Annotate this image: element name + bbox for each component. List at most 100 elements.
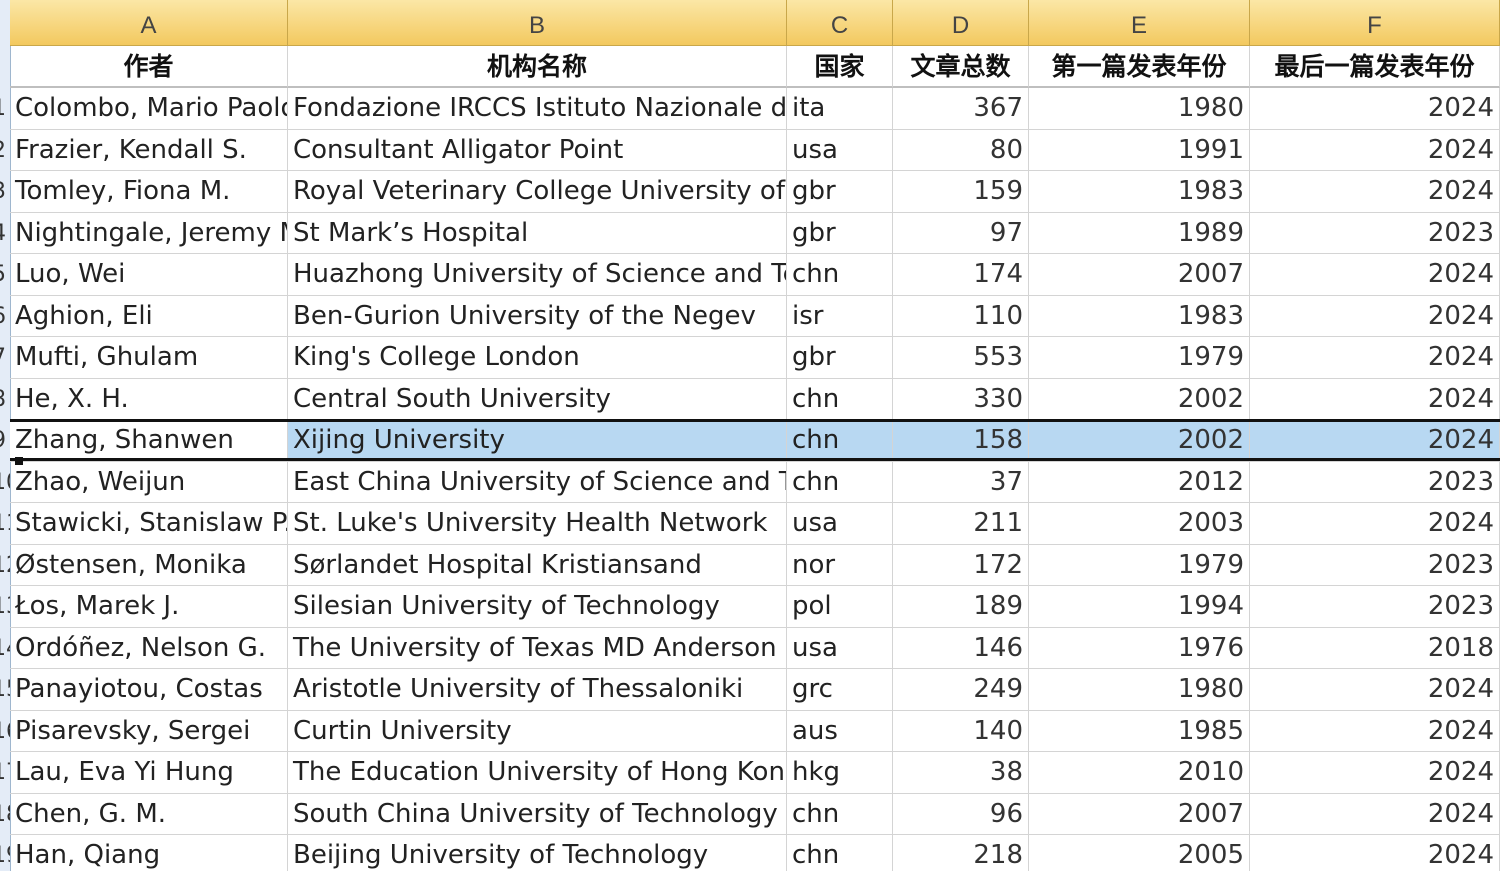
table-cell[interactable]: Tomley, Fiona M. — [10, 171, 288, 213]
table-cell[interactable]: 1985 — [1029, 710, 1250, 752]
table-cell[interactable]: Stawicki, Stanislaw P. — [10, 503, 288, 545]
table-cell[interactable]: 2002 — [1029, 420, 1250, 462]
table-cell[interactable]: Xijing University — [288, 420, 787, 462]
table-cell[interactable]: 2023 — [1250, 212, 1500, 254]
table-cell[interactable]: 367 — [893, 88, 1029, 130]
table-cell[interactable]: Han, Qiang — [10, 835, 288, 871]
table-cell[interactable]: St Mark’s Hospital — [288, 212, 787, 254]
table-cell[interactable]: 1980 — [1029, 669, 1250, 711]
row-number[interactable]: 12 — [0, 545, 10, 586]
table-cell[interactable]: St. Luke's University Health Network — [288, 503, 787, 545]
row-number[interactable]: 13 — [0, 586, 10, 627]
table-cell[interactable]: Aghion, Eli — [10, 295, 288, 337]
table-cell[interactable]: 38 — [893, 752, 1029, 794]
table-cell[interactable]: Huazhong University of Science and Te — [288, 254, 787, 296]
table-cell[interactable]: 2003 — [1029, 503, 1250, 545]
table-cell[interactable]: 2024 — [1250, 254, 1500, 296]
header-cell[interactable]: 最后一篇发表年份 — [1250, 46, 1500, 88]
table-cell[interactable]: Østensen, Monika — [10, 544, 288, 586]
table-cell[interactable]: East China University of Science and Te — [288, 461, 787, 503]
table-row[interactable]: Ordóñez, Nelson G. The University of Texa… — [10, 627, 1500, 669]
table-cell[interactable]: Ordóñez, Nelson G. — [10, 627, 288, 669]
row-number[interactable]: 8 — [0, 379, 10, 420]
table-cell[interactable]: Łos, Marek J. — [10, 586, 288, 628]
table-cell[interactable]: 1979 — [1029, 337, 1250, 379]
table-cell[interactable]: gbr — [787, 337, 893, 379]
table-cell[interactable]: grc — [787, 669, 893, 711]
table-cell[interactable]: Pisarevsky, Sergei — [10, 710, 288, 752]
row-number[interactable]: 18 — [0, 794, 10, 835]
column-header-a[interactable]: A — [10, 0, 288, 46]
fill-handle[interactable] — [15, 456, 23, 465]
table-cell[interactable]: 1979 — [1029, 544, 1250, 586]
table-cell[interactable]: hkg — [787, 752, 893, 794]
table-cell[interactable]: 2024 — [1250, 835, 1500, 871]
table-cell[interactable]: 1980 — [1029, 88, 1250, 130]
table-cell[interactable]: 96 — [893, 793, 1029, 835]
table-cell[interactable]: 2005 — [1029, 835, 1250, 871]
table-cell[interactable]: 2023 — [1250, 586, 1500, 628]
table-row[interactable]: Frazier, Kendall S. Consultant Alligator … — [10, 129, 1500, 171]
table-cell[interactable]: 2024 — [1250, 129, 1500, 171]
table-cell[interactable]: Ben-Gurion University of the Negev — [288, 295, 787, 337]
table-cell[interactable]: 172 — [893, 544, 1029, 586]
table-cell[interactable]: 330 — [893, 378, 1029, 420]
table-cell[interactable]: 1994 — [1029, 586, 1250, 628]
table-cell[interactable]: Royal Veterinary College University of — [288, 171, 787, 213]
table-row[interactable]: Mufti, Ghulam King's College London gbr 553… — [10, 337, 1500, 379]
table-cell[interactable]: 2024 — [1250, 793, 1500, 835]
table-cell[interactable]: ita — [787, 88, 893, 130]
table-row[interactable]: Stawicki, Stanislaw P. St. Luke's Univers… — [10, 503, 1500, 545]
table-cell[interactable]: usa — [787, 129, 893, 171]
table-cell[interactable]: Luo, Wei — [10, 254, 288, 296]
row-number[interactable]: 4 — [0, 213, 10, 254]
table-cell[interactable]: Frazier, Kendall S. — [10, 129, 288, 171]
header-cell[interactable]: 作者 — [10, 46, 288, 88]
table-cell[interactable]: pol — [787, 586, 893, 628]
table-cell[interactable]: 80 — [893, 129, 1029, 171]
table-cell[interactable]: Silesian University of Technology — [288, 586, 787, 628]
table-row[interactable]: Nightingale, Jeremy M St Mark’s Hospital g… — [10, 212, 1500, 254]
selected-table-row[interactable]: Zhang, Shanwen Xijing University chn 158 200… — [10, 420, 1500, 462]
table-cell[interactable]: 2024 — [1250, 337, 1500, 379]
table-cell[interactable]: chn — [787, 461, 893, 503]
table-cell[interactable]: Sørlandet Hospital Kristiansand — [288, 544, 787, 586]
table-cell[interactable]: 1989 — [1029, 212, 1250, 254]
header-cell[interactable]: 文章总数 — [893, 46, 1029, 88]
header-cell[interactable]: 第一篇发表年份 — [1029, 46, 1250, 88]
table-row[interactable]: Panayiotou, Costas Aristotle University o… — [10, 669, 1500, 711]
table-row[interactable]: Lau, Eva Yi Hung The Education University… — [10, 752, 1500, 794]
table-cell[interactable]: Mufti, Ghulam — [10, 337, 288, 379]
table-cell[interactable]: 189 — [893, 586, 1029, 628]
table-cell[interactable]: 2002 — [1029, 378, 1250, 420]
table-cell[interactable]: isr — [787, 295, 893, 337]
table-row[interactable]: He, X. H. Central South University chn 330 2… — [10, 378, 1500, 420]
table-cell[interactable]: chn — [787, 254, 893, 296]
row-number[interactable]: 15 — [0, 669, 10, 710]
column-header-d[interactable]: D — [893, 0, 1029, 46]
table-row[interactable]: Pisarevsky, Sergei Curtin University aus 14… — [10, 710, 1500, 752]
row-number[interactable]: 14 — [0, 628, 10, 669]
row-number[interactable]: 7 — [0, 337, 10, 378]
table-cell[interactable]: 159 — [893, 171, 1029, 213]
table-cell[interactable]: King's College London — [288, 337, 787, 379]
table-cell[interactable]: 2012 — [1029, 461, 1250, 503]
table-cell[interactable]: usa — [787, 627, 893, 669]
table-cell[interactable]: Curtin University — [288, 710, 787, 752]
table-cell[interactable]: 2010 — [1029, 752, 1250, 794]
table-cell[interactable]: 2024 — [1250, 88, 1500, 130]
table-cell[interactable]: 2024 — [1250, 752, 1500, 794]
table-cell[interactable]: Nightingale, Jeremy M — [10, 212, 288, 254]
table-cell[interactable]: Aristotle University of Thessaloniki — [288, 669, 787, 711]
row-number[interactable]: 5 — [0, 254, 10, 295]
header-cell[interactable]: 国家 — [787, 46, 893, 88]
table-cell[interactable]: Fondazione IRCCS Istituto Nazionale dei — [288, 88, 787, 130]
table-cell[interactable]: usa — [787, 503, 893, 545]
table-cell[interactable]: 2024 — [1250, 503, 1500, 545]
row-number[interactable]: 11 — [0, 503, 10, 544]
table-cell[interactable]: 2023 — [1250, 544, 1500, 586]
column-header-c[interactable]: C — [787, 0, 893, 46]
table-cell[interactable]: 1983 — [1029, 171, 1250, 213]
table-cell[interactable]: 2024 — [1250, 420, 1500, 462]
table-cell[interactable]: Beijing University of Technology — [288, 835, 787, 871]
